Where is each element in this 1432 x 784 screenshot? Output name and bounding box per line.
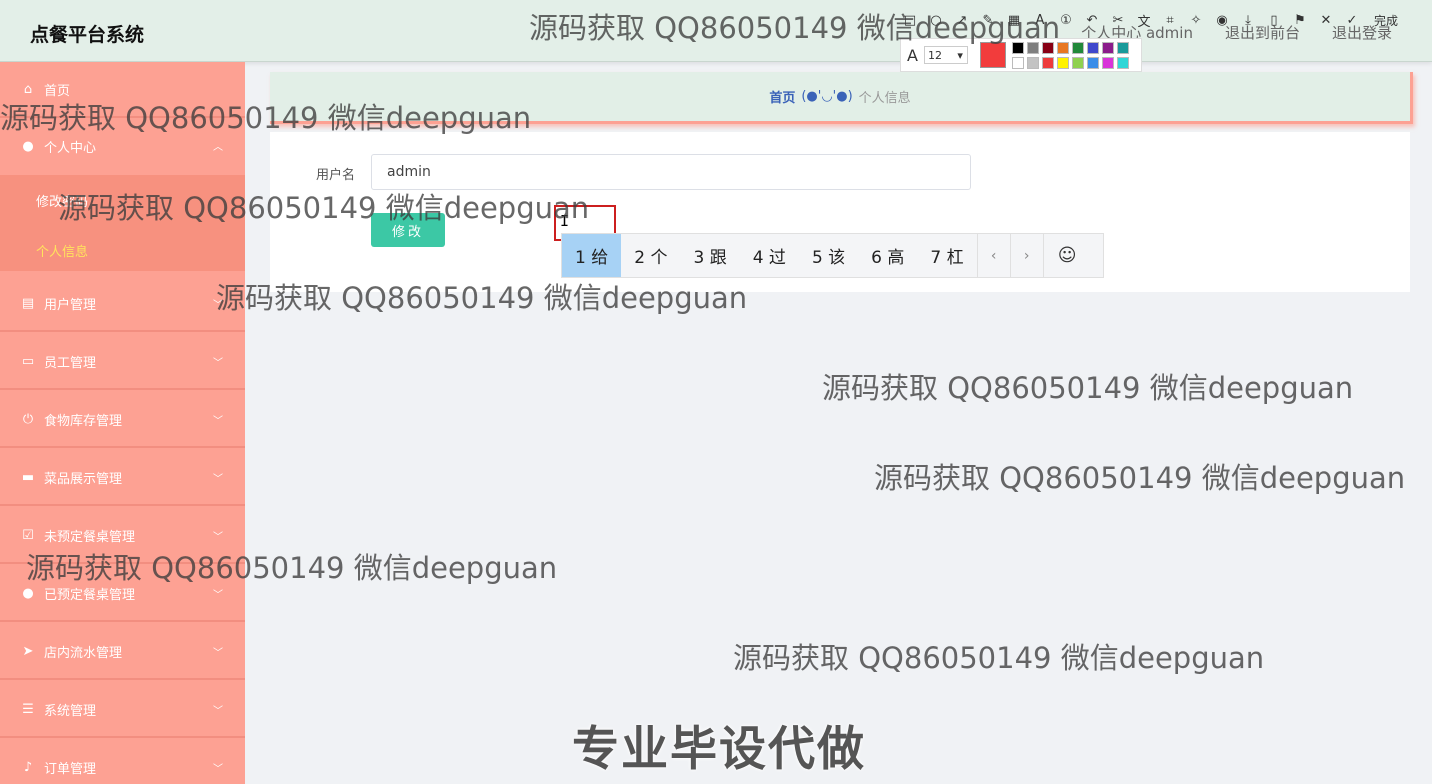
sidebar-item-system-management[interactable]: ☰ 系统管理 ﹀ — [0, 682, 245, 738]
ime-candidate[interactable]: 4 过 — [740, 234, 799, 277]
color-swatch[interactable] — [1116, 56, 1129, 69]
download-icon[interactable]: ⤓ — [1238, 13, 1258, 28]
sidebar-item-label: 个人中心 — [44, 140, 97, 156]
sidebar-item-user-management[interactable]: ▤ 用户管理 ﹀ — [0, 276, 245, 332]
chevron-down-icon: ﹀ — [213, 532, 223, 543]
ime-prev-page-icon[interactable]: ‹ — [976, 234, 1010, 277]
color-swatch[interactable] — [1071, 56, 1084, 69]
sliders-icon: ☰ — [22, 701, 34, 717]
sidebar: ⌂ 首页 ● 个人中心 ︿ 修改密码 个人信息 ▤ 用户管理 ﹀ ▭ 员工管理 … — [0, 62, 245, 784]
sidebar-item-label: 系统管理 — [44, 703, 97, 719]
app-title: 点餐平台系统 — [30, 24, 145, 46]
ime-candidate-bar: 1 给 2 个 3 跟 4 过 5 该 6 高 7 杠 ‹ › ☺ — [561, 233, 1104, 278]
chevron-down-icon: ﹀ — [213, 764, 223, 775]
chevron-down-icon: ﹀ — [213, 474, 223, 485]
color-swatch[interactable] — [1086, 41, 1099, 54]
scan-icon[interactable]: ⌗ — [1160, 13, 1180, 28]
color-swatch[interactable] — [1011, 56, 1024, 69]
color-swatch[interactable] — [1101, 41, 1114, 54]
font-size-value: 12 — [927, 48, 942, 62]
close-icon[interactable]: ✕ — [1316, 13, 1336, 28]
ime-candidate[interactable]: 7 杠 — [917, 234, 976, 277]
sidebar-item-label: 员工管理 — [44, 355, 97, 371]
username-label: 用户名 — [316, 168, 356, 183]
ime-candidate[interactable]: 5 该 — [799, 234, 858, 277]
translate-icon[interactable]: 文 — [1134, 11, 1154, 30]
done-button[interactable]: 完成 — [1374, 12, 1398, 29]
font-size-select[interactable]: 12 ▾ — [923, 46, 968, 64]
bell-off-icon: ♪ — [23, 759, 33, 775]
watermark-text: 源码获取 QQ86050149 微信deepguan — [58, 191, 590, 225]
color-swatch[interactable] — [1041, 56, 1054, 69]
sidebar-item-store-flow[interactable]: ➤ 店内流水管理 ﹀ — [0, 624, 245, 680]
color-swatch[interactable] — [1086, 56, 1099, 69]
send-icon: ➤ — [22, 643, 34, 659]
monitor-icon: ▬ — [21, 469, 35, 485]
sidebar-item-label: 用户管理 — [44, 297, 97, 313]
sidebar-item-staff-management[interactable]: ▭ 员工管理 ﹀ — [0, 334, 245, 390]
ime-candidate[interactable]: 2 个 — [621, 234, 680, 277]
color-swatch[interactable] — [1071, 41, 1084, 54]
watermark-text: 源码获取 QQ86050149 微信deepguan — [26, 551, 558, 585]
user-icon: ● — [22, 138, 34, 154]
sidebar-item-label: 食物库存管理 — [44, 413, 123, 429]
sidebar-item-label: 店内流水管理 — [44, 645, 123, 661]
breadcrumb-home[interactable]: 首页 — [769, 87, 795, 106]
chevron-down-icon: ﹀ — [213, 358, 223, 369]
chevron-down-icon: ﹀ — [213, 590, 223, 601]
sidebar-item-label: 未预定餐桌管理 — [44, 529, 136, 545]
sidebar-item-dish-display[interactable]: ▬ 菜品展示管理 ﹀ — [0, 450, 245, 506]
undo-icon[interactable]: ↶ — [1082, 13, 1102, 28]
ime-candidate[interactable]: 6 高 — [858, 234, 917, 277]
ime-candidate[interactable]: 1 给 — [562, 234, 622, 277]
color-swatch[interactable] — [1101, 56, 1114, 69]
pin-icon[interactable]: ✧ — [1186, 13, 1206, 28]
bookmark-icon[interactable]: ⚑ — [1290, 13, 1310, 28]
chevron-down-icon: ▾ — [957, 48, 963, 62]
chevron-down-icon: ﹀ — [213, 648, 223, 659]
watermark-text: 源码获取 QQ86050149 微信deepguan — [874, 461, 1406, 495]
chevron-down-icon: ﹀ — [213, 706, 223, 717]
color-swatch[interactable] — [1026, 56, 1039, 69]
color-swatch[interactable] — [1056, 56, 1069, 69]
checklist-icon: ☑ — [22, 527, 34, 543]
sidebar-item-label: 订单管理 — [44, 761, 97, 777]
phone-icon[interactable]: ▯ — [1264, 13, 1284, 28]
watermark-text: 源码获取 QQ86050149 微信deepguan — [733, 641, 1265, 675]
clipboard-icon: ▤ — [21, 295, 35, 311]
ime-candidate[interactable]: 3 跟 — [680, 234, 739, 277]
watermark-text: 源码获取 QQ86050149 微信deepguan — [529, 11, 1061, 45]
bulb-icon: ● — [22, 585, 34, 601]
watermark-text: 源码获取 QQ86050149 微信deepguan — [0, 101, 532, 135]
sidebar-item-food-stock[interactable]: ⏻ 食物库存管理 ﹀ — [0, 392, 245, 448]
chevron-down-icon: ﹀ — [213, 416, 223, 427]
color-swatch[interactable] — [1116, 41, 1129, 54]
breadcrumb-separator: (●'◡'●) — [801, 89, 853, 104]
breadcrumb-current: 个人信息 — [858, 91, 911, 106]
chevron-up-icon: ︿ — [213, 142, 223, 153]
submenu-item-personal-info[interactable]: 个人信息 — [36, 241, 88, 260]
ime-next-page-icon[interactable]: › — [1009, 234, 1043, 277]
font-icon: A — [907, 45, 918, 65]
sidebar-item-label: 菜品展示管理 — [44, 471, 123, 487]
emoji-icon[interactable]: ☺ — [1042, 234, 1091, 277]
id-card-icon: ▭ — [21, 353, 35, 369]
check-icon[interactable]: ✓ — [1342, 13, 1362, 28]
sidebar-item-order-management[interactable]: ♪ 订单管理 ﹀ — [0, 740, 245, 784]
watermark-text: 源码获取 QQ86050149 微信deepguan — [216, 281, 748, 315]
power-icon: ⏻ — [22, 411, 34, 427]
crop-icon[interactable]: ✂ — [1108, 13, 1128, 28]
footer-watermark: 专业毕设代做 — [572, 722, 866, 777]
record-icon[interactable]: ◉ — [1212, 13, 1232, 28]
watermark-text: 源码获取 QQ86050149 微信deepguan — [822, 371, 1354, 405]
